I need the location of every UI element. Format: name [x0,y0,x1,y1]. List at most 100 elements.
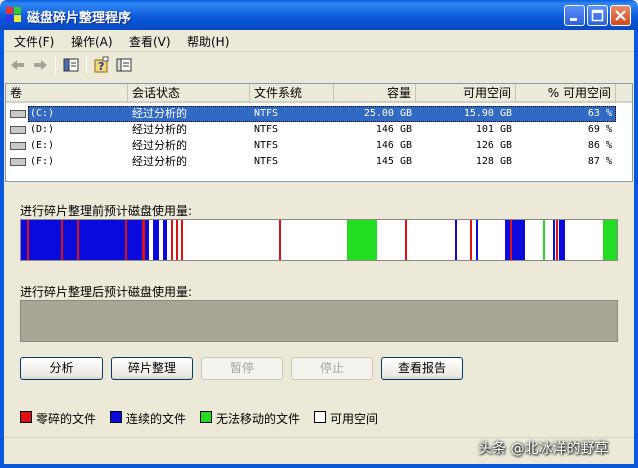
help-button[interactable]: ? [92,55,112,75]
minimize-icon [570,18,577,21]
volume-row-d[interactable]: (D:) 经过分析的 NTFS 146 GB 101 GB 69 % [6,122,632,138]
free-space: 126 GB [475,140,512,151]
capacity: 146 GB [375,140,412,151]
volume-row-c[interactable]: (C:) 经过分析的 NTFS 25.00 GB 15.90 GB 63 % [6,106,632,122]
forward-arrow-icon [34,60,47,70]
toolbar-separator [86,57,87,74]
fragmented-block [61,220,63,260]
window-frame-left [0,30,4,468]
percent-free: 86 % [587,140,612,151]
contiguous-block [559,220,565,260]
legend-swatch-free-space [314,411,326,423]
session-status: 经过分析的 [132,155,187,168]
volume-name: (C:) [30,108,55,119]
action-pane-icon [116,58,132,72]
close-icon [615,10,626,21]
column-header-session-status[interactable]: 会话状态 [128,84,250,103]
fragmented-block [125,220,127,260]
contiguous-block [153,220,159,260]
help-book-icon: ? [94,56,109,73]
contiguous-block [476,220,478,260]
legend-label-free-space: 可用空间 [330,412,379,426]
hard-drive-icon [10,142,26,150]
after-usage-label: 进行碎片整理后预计磁盘使用量: [20,285,193,299]
console-tree-icon [63,58,79,72]
show-hide-console-tree-button[interactable] [61,55,81,75]
volume-row-f[interactable]: (F:) 经过分析的 NTFS 145 GB 128 GB 87 % [6,154,632,170]
file-system: NTFS [254,156,279,167]
capacity: 25.00 GB [363,108,412,119]
after-usage-bar [20,300,618,342]
contiguous-block [505,220,525,260]
menu-action[interactable]: 操作(A) [71,33,113,50]
maximize-button[interactable] [587,5,608,26]
percent-free: 87 % [587,156,612,167]
volume-name: (F:) [30,156,55,167]
column-header-percent-free[interactable]: % 可用空间 [516,84,616,103]
menu-help[interactable]: 帮助(H) [187,33,229,50]
before-usage-map [21,220,617,260]
volume-list[interactable]: 卷 会话状态 文件系统 容量 可用空间 % 可用空间 (C:) 经过分析的 NT… [5,83,633,182]
fragmented-block [556,220,558,260]
unmovable-block [543,220,545,260]
fragmented-block [77,220,79,260]
watermark-text: 头条 @北冰洋的野草 [478,441,609,457]
close-button[interactable] [610,5,631,26]
session-status: 经过分析的 [132,107,187,120]
file-system: NTFS [254,140,279,151]
volume-name: (E:) [30,140,55,151]
unmovable-block [603,220,617,260]
file-system: NTFS [254,108,279,119]
fragmented-block [405,220,407,260]
fragmented-block [279,220,281,260]
view-report-button[interactable]: 查看报告 [381,357,463,380]
hard-drive-icon [10,126,26,134]
percent-free: 63 % [587,108,612,119]
menu-view[interactable]: 查看(V) [129,33,171,50]
defrag-app-icon [5,6,22,23]
defragment-button[interactable]: 碎片整理 [111,357,193,380]
pause-button[interactable]: 暂停 [201,357,283,380]
fragmented-block [142,220,145,260]
capacity: 145 GB [375,156,412,167]
session-status: 经过分析的 [132,139,187,152]
menu-file[interactable]: 文件(F) [14,33,54,50]
analyze-button[interactable]: 分析 [20,357,103,380]
free-space: 101 GB [475,124,512,135]
unmovable-block [347,220,377,260]
column-header-volume[interactable]: 卷 [6,84,128,103]
volume-row-e[interactable]: (E:) 经过分析的 NTFS 146 GB 126 GB 86 % [6,138,632,154]
title-bar[interactable]: 磁盘碎片整理程序 [0,0,638,30]
legend-label-fragmented: 零碎的文件 [36,412,97,426]
session-status: 经过分析的 [132,123,187,136]
fragmented-block [176,220,178,260]
window-title: 磁盘碎片整理程序 [27,11,132,26]
forward-button[interactable] [30,55,50,75]
hard-drive-icon [10,158,26,166]
column-header-file-system[interactable]: 文件系统 [250,84,334,103]
back-button[interactable] [8,55,28,75]
fragmented-block [510,220,512,260]
legend-swatch-fragmented [20,411,32,423]
column-header-free-space[interactable]: 可用空间 [416,84,516,103]
before-usage-label: 进行碎片整理前预计磁盘使用量: [20,204,193,218]
column-header-capacity[interactable]: 容量 [334,84,416,103]
show-hide-action-pane-button[interactable] [114,55,134,75]
capacity: 146 GB [375,124,412,135]
toolbar-separator [55,57,56,74]
minimize-button[interactable] [564,5,585,26]
list-header: 卷 会话状态 文件系统 容量 可用空间 % 可用空间 [6,84,632,103]
contiguous-block [455,220,457,260]
toolbar: ? [4,53,634,79]
fragmented-block [181,220,183,260]
legend-swatch-contiguous [110,411,122,423]
legend-label-unmovable: 无法移动的文件 [216,412,301,426]
stop-button[interactable]: 停止 [291,357,373,380]
window-frame-right [634,30,638,468]
legend-label-contiguous: 连续的文件 [126,412,187,426]
fragmented-block [27,220,29,260]
maximize-icon [591,9,604,22]
file-system: NTFS [254,124,279,135]
contiguous-block [163,220,167,260]
back-arrow-icon [11,60,24,70]
